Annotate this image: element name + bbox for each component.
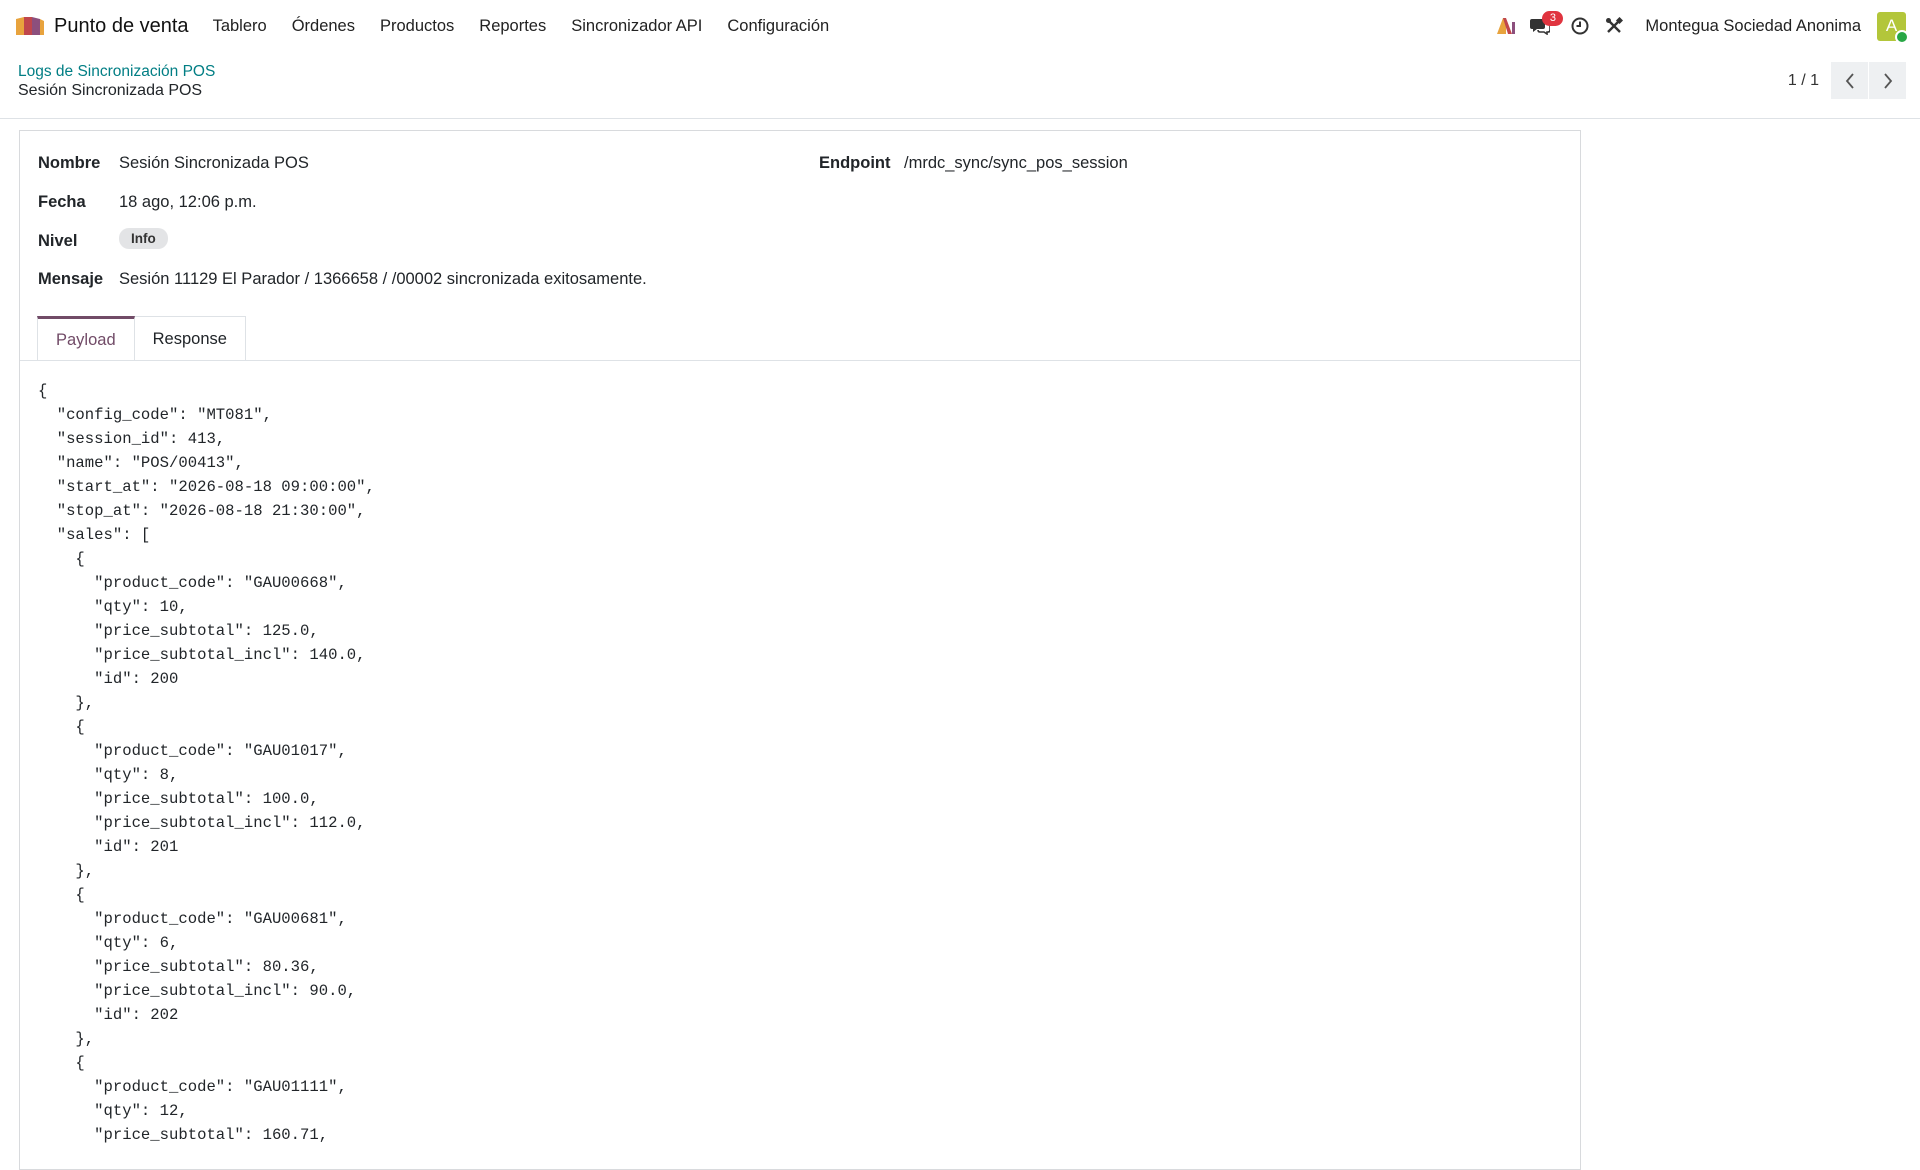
payload-json[interactable]: { "config_code": "MT081", "session_id": …: [38, 379, 375, 1147]
tab-response[interactable]: Response: [134, 316, 246, 361]
level-badge: Info: [119, 228, 168, 249]
online-status-dot: [1895, 29, 1909, 44]
menu-item-ordenes[interactable]: Órdenes: [292, 17, 355, 36]
chevron-left-icon: [1845, 72, 1854, 89]
pager-previous-button[interactable]: [1831, 62, 1868, 99]
tabs-divider: [20, 360, 1580, 361]
level-label: Nivel: [38, 232, 78, 250]
systray: 3 Montegua Sociedad Anonima A: [1485, 0, 1909, 52]
menu-item-sincronizador-api[interactable]: Sincronizador API: [571, 17, 702, 36]
company-switcher[interactable]: Montegua Sociedad Anonima: [1645, 17, 1861, 36]
menu-item-tablero[interactable]: Tablero: [213, 17, 267, 36]
chat-icon[interactable]: 3: [1527, 11, 1564, 39]
app-brand[interactable]: Punto de venta: [14, 15, 213, 38]
tab-payload[interactable]: Payload: [37, 316, 135, 361]
breadcrumb-parent-link[interactable]: Logs de Sincronización POS: [18, 63, 215, 81]
menu-item-configuracion[interactable]: Configuración: [727, 17, 829, 36]
message-value[interactable]: Sesión 11129 El Parador / 1366658 / /000…: [119, 270, 647, 289]
date-label: Fecha: [38, 193, 86, 211]
debug-tools-icon[interactable]: [1601, 13, 1627, 39]
form-sheet: Nombre Sesión Sincronizada POS Fecha 18 …: [19, 130, 1581, 1170]
top-navbar: Punto de venta Tablero Órdenes Productos…: [0, 0, 1920, 52]
ai-assistant-icon[interactable]: [1493, 13, 1519, 39]
chat-count-badge: 3: [1542, 11, 1564, 26]
notebook-tabs: Payload Response: [37, 316, 246, 362]
main-menu: Tablero Órdenes Productos Reportes Sincr…: [213, 17, 855, 36]
control-panel: Logs de Sincronización POS Sesión Sincro…: [0, 52, 1920, 119]
menu-item-reportes[interactable]: Reportes: [479, 17, 546, 36]
pos-app-icon: [16, 17, 44, 35]
endpoint-label: Endpoint: [819, 154, 891, 172]
name-value[interactable]: Sesión Sincronizada POS: [119, 154, 309, 173]
date-value[interactable]: 18 ago, 12:06 p.m.: [119, 193, 257, 212]
app-name: Punto de venta: [54, 14, 189, 37]
endpoint-value[interactable]: /mrdc_sync/sync_pos_session: [904, 154, 1128, 173]
pager: 1 / 1: [1788, 62, 1906, 99]
name-label: Nombre: [38, 154, 101, 172]
activity-clock-icon[interactable]: [1567, 13, 1593, 39]
breadcrumb-current: Sesión Sincronizada POS: [18, 82, 203, 99]
pager-next-button[interactable]: [1869, 62, 1906, 99]
pager-value[interactable]: 1 / 1: [1788, 72, 1819, 90]
message-label: Mensaje: [38, 270, 104, 288]
chevron-right-icon: [1883, 72, 1892, 89]
user-avatar[interactable]: A: [1877, 11, 1909, 44]
menu-item-productos[interactable]: Productos: [380, 17, 454, 36]
